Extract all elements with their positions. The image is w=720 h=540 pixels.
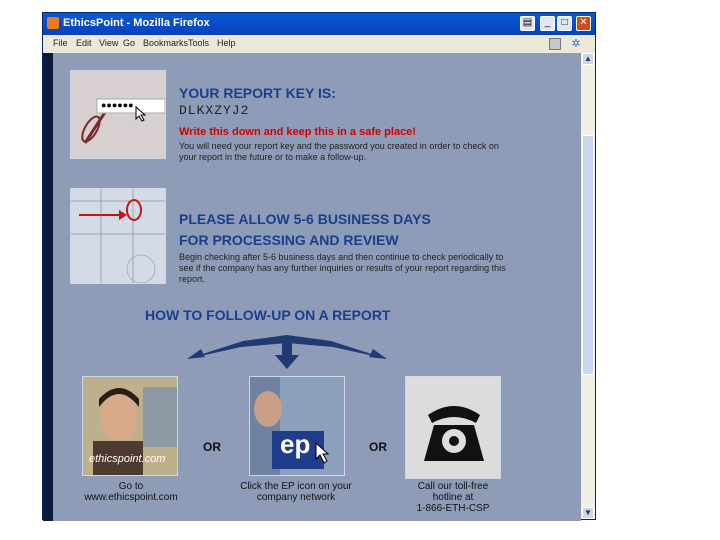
ep-logo-icon: [250, 377, 344, 475]
scroll-down-button[interactable]: ▼: [582, 507, 594, 519]
report-key-image: ●●●●●●: [70, 70, 166, 159]
report-key-body: You will need your report key and the pa…: [179, 141, 499, 162]
firefox-icon: [47, 17, 59, 29]
throbber-icon: ✲: [571, 38, 581, 50]
telephone-icon: [406, 377, 500, 478]
follow-up-heading: HOW TO FOLLOW-UP ON A REPORT: [145, 307, 391, 323]
title-bar[interactable]: EthicsPoint - Mozilla Firefox ▤ _ □ ✕: [43, 13, 595, 35]
phone-caption-line2: hotline at: [432, 492, 474, 503]
ep-caption: Click the EP icon on your company networ…: [231, 481, 361, 503]
menu-bookmarks[interactable]: Bookmarks: [143, 38, 188, 48]
browser-window: EthicsPoint - Mozilla Firefox ▤ _ □ ✕ Fi…: [42, 12, 596, 521]
close-button[interactable]: ✕: [576, 16, 591, 31]
pen-icon: [71, 71, 165, 158]
menu-edit[interactable]: Edit: [76, 38, 92, 48]
menu-view[interactable]: View: [99, 38, 118, 48]
menu-file[interactable]: File: [53, 38, 68, 48]
scroll-up-button[interactable]: ▲: [582, 53, 594, 65]
or-label-1: OR: [203, 440, 221, 454]
ep-caption-line2: company network: [256, 492, 336, 503]
or-label-2: OR: [369, 440, 387, 454]
processing-heading-line1: PLEASE ALLOW 5-6 BUSINESS DAYS: [179, 211, 431, 227]
window-title: EthicsPoint - Mozilla Firefox: [63, 17, 210, 29]
minimize-button[interactable]: _: [540, 16, 555, 31]
menu-icon[interactable]: ▤: [520, 16, 535, 31]
password-mask: ●●●●●●: [101, 100, 134, 110]
ep-caption-line1: Click the EP icon on your: [240, 481, 352, 492]
scroll-thumb[interactable]: [582, 135, 594, 375]
page-icon[interactable]: [549, 38, 561, 50]
phone-photo[interactable]: [405, 376, 501, 479]
processing-heading-line2: FOR PROCESSING AND REVIEW: [179, 232, 399, 248]
website-caption-line1: Go to: [118, 481, 144, 492]
website-caption: Go to www.ethicspoint.com: [76, 481, 186, 503]
menu-go[interactable]: Go: [123, 38, 135, 48]
phone-caption: Call our toll-free hotline at 1-866-ETH-…: [400, 481, 506, 514]
website-photo-label: ethicspoint.com: [89, 453, 166, 465]
phone-caption-line1: Call our toll-free: [417, 481, 489, 492]
page-content: ●●●●●● YOUR REPORT KEY IS: DLKXZYJ2 Writ…: [43, 53, 581, 521]
left-edge-bar: [43, 53, 53, 521]
report-key-heading: YOUR REPORT KEY IS:: [179, 85, 336, 101]
follow-up-arrows: [187, 335, 387, 369]
website-caption-line2[interactable]: www.ethicspoint.com: [76, 492, 186, 503]
menu-tools[interactable]: Tools: [188, 38, 209, 48]
calendar-image: [70, 188, 166, 284]
maximize-button[interactable]: □: [557, 16, 572, 31]
website-photo[interactable]: ethicspoint.com: [82, 376, 178, 476]
calendar-icon: [71, 189, 165, 283]
menu-bar: File Edit View Go Bookmarks Tools Help ✲: [43, 35, 595, 53]
menu-help[interactable]: Help: [217, 38, 236, 48]
ep-icon-photo[interactable]: ep: [249, 376, 345, 476]
phone-caption-line3: 1-866-ETH-CSP: [416, 503, 490, 514]
ep-logo-text: ep: [280, 429, 311, 459]
vertical-scrollbar[interactable]: ▲ ▼: [581, 53, 595, 519]
processing-body: Begin checking after 5-6 business days a…: [179, 252, 506, 284]
report-key-warning: Write this down and keep this in a safe …: [179, 126, 416, 138]
report-key-value: DLKXZYJ2: [179, 103, 250, 118]
